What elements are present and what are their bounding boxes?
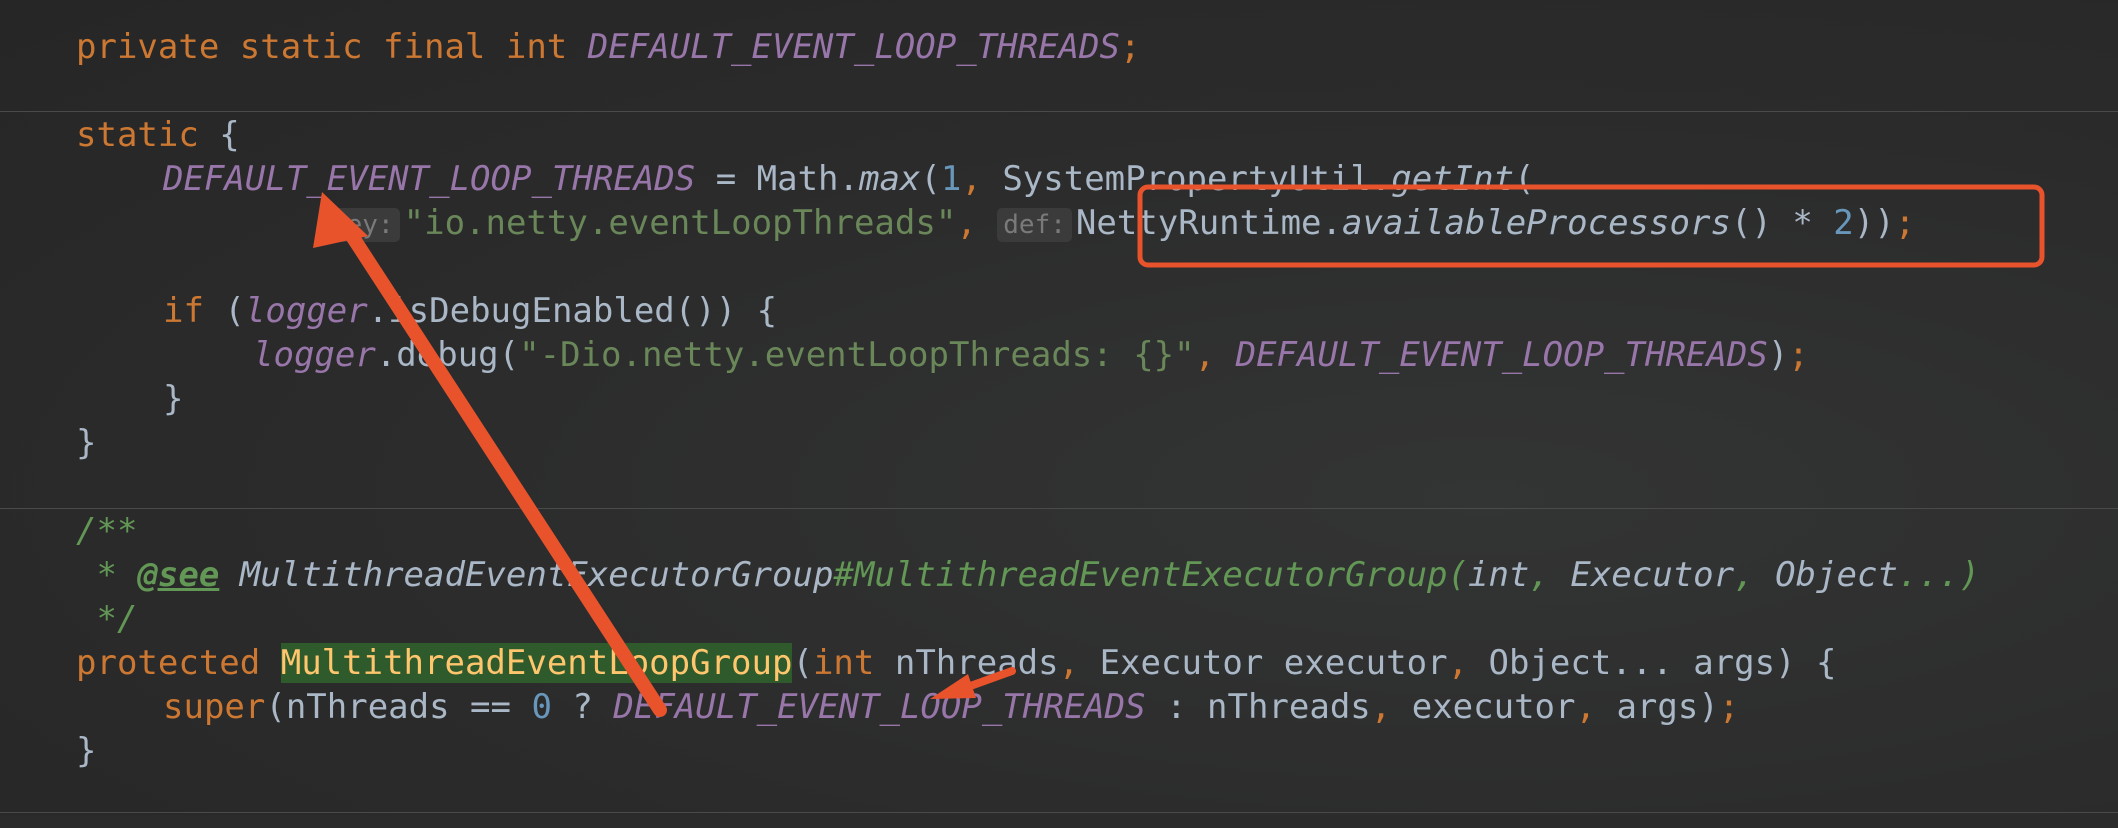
long-arrow-shaft (345, 229, 667, 717)
annotation-overlay (313, 184, 2045, 717)
highlight-box (1137, 184, 2045, 268)
short-arrow-head (930, 674, 976, 699)
code-editor[interactable]: private static final int DEFAULT_EVENT_L… (0, 0, 2118, 828)
